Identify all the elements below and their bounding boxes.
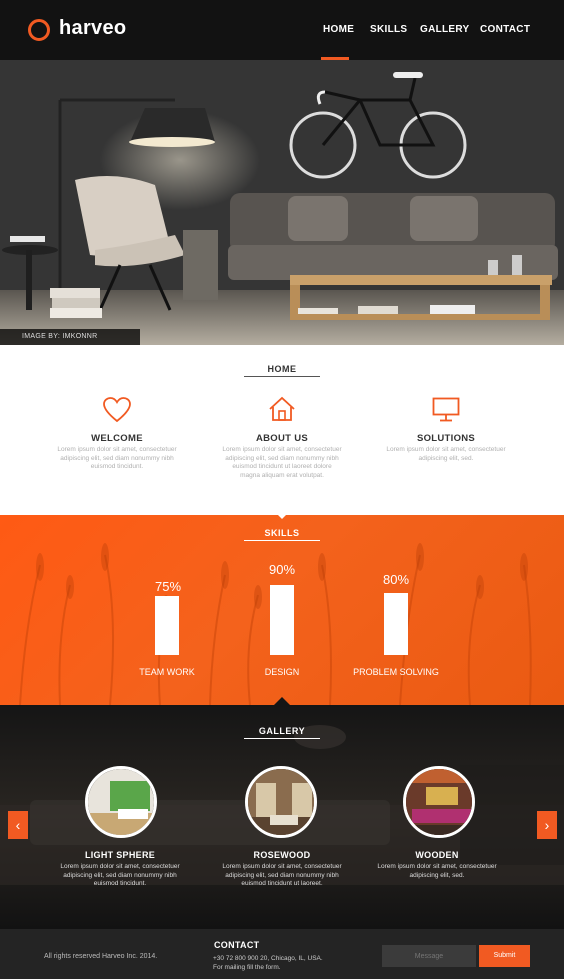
brand-logo[interactable]: harveo: [59, 17, 126, 40]
gallery-thumb-wooden[interactable]: [403, 766, 475, 838]
gallery-title-wooden: WOODEN: [415, 850, 459, 860]
home-title-underline: [244, 376, 320, 377]
gallery-section: GALLERY ‹ › LIGHT SPHERE Lorem ipsum dol: [0, 705, 564, 929]
gallery-title-rosewood: ROSEWOOD: [253, 850, 311, 860]
contact-address: +30 72 800 900 20, Chicago, IL, USA. For…: [213, 954, 353, 972]
feature-text-about: Lorem ipsum dolor sit amet, consectetuer…: [222, 446, 342, 479]
skills-section: SKILLS 75% TEAM WORK 90% DESIGN 80% PROB…: [0, 515, 564, 705]
skill-bar-problem-solving: [384, 593, 408, 655]
skill-bar-design: [270, 585, 294, 655]
logo-ring-icon[interactable]: [28, 19, 50, 41]
skills-title-underline: [244, 540, 320, 541]
feature-text-solutions: Lorem ipsum dolor sit amet, consectetuer…: [386, 446, 506, 462]
message-input[interactable]: [382, 945, 476, 967]
heart-icon: [103, 397, 131, 423]
gallery-next-button[interactable]: ›: [537, 811, 557, 839]
nav-gallery[interactable]: GALLERY: [420, 24, 470, 35]
skill-label-teamwork: TEAM WORK: [139, 667, 195, 677]
copyright-text: All rights reserved Harveo Inc. 2014.: [44, 953, 158, 960]
skill-percent-design: 90%: [268, 562, 296, 577]
contact-address-line1: +30 72 800 900 20, Chicago, IL, USA.: [213, 955, 323, 962]
skill-bar-teamwork: [155, 596, 179, 655]
monitor-icon: [432, 397, 460, 422]
living-room-illustration: [0, 60, 564, 345]
skills-section-title: SKILLS: [264, 528, 300, 538]
hero-image: IMAGE BY: IMKONNR: [0, 60, 564, 345]
feature-title-solutions: SOLUTIONS: [416, 433, 476, 444]
feature-text-welcome: Lorem ipsum dolor sit amet, consectetuer…: [57, 446, 177, 470]
section-pointer: [274, 697, 290, 705]
gallery-section-title: GALLERY: [258, 726, 306, 736]
footer: All rights reserved Harveo Inc. 2014. CO…: [0, 929, 564, 979]
skill-percent-teamwork: 75%: [154, 579, 182, 594]
submit-button[interactable]: Submit: [479, 945, 530, 967]
skill-label-problem-solving: PROBLEM SOLVING: [353, 667, 439, 677]
gallery-text-light-sphere: Lorem ipsum dolor sit amet, consectetuer…: [60, 863, 180, 887]
section-pointer: [274, 511, 290, 519]
nav-skills[interactable]: SKILLS: [370, 24, 407, 35]
nav-contact[interactable]: CONTACT: [480, 24, 530, 35]
feature-title-about: ABOUT US: [255, 433, 308, 444]
nav-home[interactable]: HOME: [323, 24, 354, 35]
house-icon: [269, 396, 295, 421]
skill-percent-problem-solving: 80%: [382, 572, 410, 587]
gallery-thumb-light-sphere[interactable]: [85, 766, 157, 838]
gallery-title-underline: [244, 738, 320, 739]
contact-title: CONTACT: [214, 940, 260, 950]
home-section-title: HOME: [267, 364, 297, 374]
gallery-text-rosewood: Lorem ipsum dolor sit amet, consectetuer…: [222, 863, 342, 887]
image-credit: IMAGE BY: IMKONNR: [0, 329, 140, 345]
feature-title-welcome: WELCOME: [91, 433, 143, 444]
gallery-title-light-sphere: LIGHT SPHERE: [84, 850, 156, 860]
home-section: HOME WELCOME Lorem ipsum dolor sit amet,…: [0, 345, 564, 519]
gallery-prev-button[interactable]: ‹: [8, 811, 28, 839]
skill-label-design: DESIGN: [264, 667, 300, 677]
gallery-thumb-rosewood[interactable]: [245, 766, 317, 838]
contact-address-line2: For mailing fill the form.: [213, 964, 281, 971]
top-navbar: harveo HOME SKILLS GALLERY CONTACT: [0, 0, 564, 60]
gallery-text-wooden: Lorem ipsum dolor sit amet, consectetuer…: [377, 863, 497, 879]
